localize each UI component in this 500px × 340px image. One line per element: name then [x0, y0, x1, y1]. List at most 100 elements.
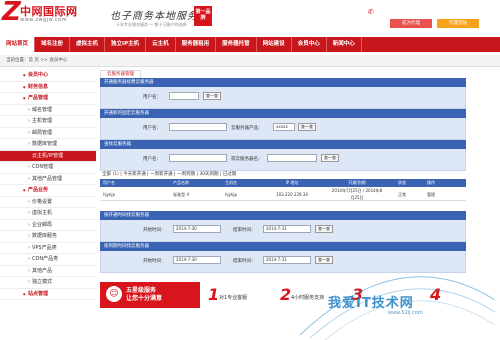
logo-letter: Z	[2, 0, 21, 27]
sidebar-item-member-center[interactable]: 会员中心	[0, 70, 96, 82]
start-label: 开始时间：	[143, 259, 166, 264]
service-icon: ☺	[106, 286, 122, 302]
open-start-input[interactable]: 2014-7-30	[173, 225, 221, 233]
sidebar-item-domain-manage[interactable]: 域名管理	[0, 105, 96, 116]
sidebar-item-vps[interactable]: VPS产品类	[0, 243, 96, 254]
expire-start-input[interactable]: 2014-7-30	[173, 256, 221, 264]
server-product-select[interactable]: xxxxx	[273, 123, 295, 131]
col-status: 状态	[398, 180, 406, 185]
sidebar-item-db-service[interactable]: 数据库服务	[0, 231, 96, 243]
sidebar-item-other-product[interactable]: 其他产品	[0, 266, 96, 277]
sidebar-item-price-setting[interactable]: 价格设置	[0, 197, 96, 208]
sidebar-item-product-business[interactable]: 产品业务	[0, 185, 96, 197]
sidebar: 会员中心 财务信息 产品管理 域名管理 主机管理 邮局管理 数据库管理 云主机/…	[0, 70, 96, 329]
col-host: 主机名	[225, 180, 237, 185]
find-query-button[interactable]: 查一查	[321, 154, 339, 162]
slogan: 也子商务本地服务	[110, 11, 198, 22]
col-dates: 开通/到期	[348, 180, 366, 185]
col-action: 操作	[427, 180, 435, 185]
section-open-time-title: 按开通时间找云服务器	[100, 211, 466, 220]
section-find: 用户名： 或云服务器名： 查一查	[100, 149, 466, 171]
first-brand-badge: 第一品牌	[194, 6, 212, 26]
col-ip: IP 地址	[285, 180, 299, 185]
nav-item-domain[interactable]: 域名注册	[35, 37, 71, 52]
brand-domain: www.zwgjw.com	[20, 17, 68, 23]
nav-item-member-center[interactable]: 会员中心	[292, 37, 327, 52]
start-label: 开始时间：	[143, 228, 166, 233]
filter-row: 全部 (1) | 今天新开通 | 一周新开通 | 一周到期 | 30天到期 | …	[100, 171, 466, 179]
sidebar-item-cdn[interactable]: CDN产品类	[0, 254, 96, 266]
watermark-arc	[299, 276, 496, 340]
sidebar-item-site-manage[interactable]: 站点管理	[0, 289, 96, 300]
nav-item-ip-host[interactable]: 独立IP主机	[105, 37, 147, 52]
col-product: 产品名称	[173, 180, 189, 185]
sidebar-item-other-manage[interactable]: 其他产品管理	[0, 174, 96, 185]
cell-product: 标准型 II	[173, 191, 189, 197]
nav-item-vhost[interactable]: 虚拟主机	[70, 37, 106, 52]
user-label: 用户名：	[143, 95, 161, 100]
five-star-service-panel: ☺ 五星级服务 让您十分满意	[100, 282, 200, 308]
nav-item-news[interactable]: 新闻中心	[327, 37, 362, 52]
main-nav: 网站首页 域名注册 虚拟主机 独立IP主机 云主机 服务器租用 服务器托管 网站…	[0, 37, 500, 52]
five-star-line2: 让您十分满意	[126, 295, 163, 302]
section-renew: 用户名： 查一查	[100, 87, 466, 109]
cell-user: hjykjp	[103, 191, 115, 197]
tab-cloud-server[interactable]: 云服务器管理	[100, 70, 141, 78]
table-row: hjykjp 标准型 II hjykjp 103.220.129.34 2014…	[100, 187, 466, 201]
server-product-label: 云服务器产品：	[231, 126, 263, 131]
nav-item-cloud-host[interactable]: 云主机	[146, 37, 176, 52]
manage-link[interactable]: 管理	[420, 187, 442, 200]
end-label: 结束时间：	[233, 228, 256, 233]
section-new: 用户名： 云服务器产品： xxxxx 查一查	[100, 118, 466, 140]
new-query-button[interactable]: 查一查	[298, 123, 316, 131]
logo[interactable]: Z	[2, 0, 22, 27]
become-agent-button[interactable]: 成为代理	[390, 19, 432, 28]
five-star-line1: 五星级服务	[126, 287, 157, 294]
sidebar-item-db-manage[interactable]: 数据库管理	[0, 139, 96, 151]
sidebar-item-mail-manage[interactable]: 邮局管理	[0, 128, 96, 139]
cell-ip: 103.220.129.34	[276, 191, 308, 197]
watermark-text: 我爱IT技术网	[328, 296, 414, 311]
sidebar-item-finance[interactable]: 财务信息	[0, 82, 96, 93]
filter-links[interactable]: | 今天新开通 | 一周新开通 | 一周到期 | 30天到期 | 已过期	[120, 172, 236, 177]
find-username-input[interactable]	[169, 154, 227, 162]
renew-query-button[interactable]: 查一查	[203, 92, 221, 100]
breadcrumb: 当前位置：首 页 >> 会员中心	[0, 55, 500, 67]
cell-host: hjykjp	[225, 191, 237, 197]
section-find-title: 查找云服务器	[100, 140, 466, 149]
col-user: 用户名	[103, 180, 115, 185]
nav-item-server-rent[interactable]: 服务器租用	[176, 37, 217, 52]
new-username-input[interactable]	[169, 123, 227, 131]
nav-item-home[interactable]: 网站首页	[0, 37, 36, 52]
user-label: 用户名：	[143, 157, 161, 162]
site-header: Z 中网国际网 www.zwgjw.com 也子商务本地服务 十年专业域名服务 …	[0, 0, 500, 36]
watermark-url: www.52ij.com	[388, 310, 423, 316]
sidebar-item-mail[interactable]: 企业邮局	[0, 220, 96, 231]
cell-status: 正常	[398, 191, 406, 197]
feature-1-num: 1	[208, 285, 220, 304]
tab-bar: 云服务器管理	[100, 70, 466, 78]
sidebar-item-standalone[interactable]: 独立模式	[0, 277, 96, 289]
nav-item-server-hosting[interactable]: 服务器托管	[216, 37, 257, 52]
sidebar-item-product-manage[interactable]: 产品管理	[0, 93, 96, 105]
section-new-title: 开通新的固定云服务器	[100, 109, 466, 118]
section-renew-title: 开通服务器续费云服务器	[100, 78, 466, 87]
sidebar-item-cloud-manage[interactable]: 云主机/IP管理	[0, 150, 96, 162]
filter-count: (1)	[112, 172, 119, 177]
user-label: 用户名：	[143, 126, 161, 131]
cell-dates: 2014年7月25日 / 2014年8月25日	[331, 188, 383, 200]
five-star-text: 五星级服务 让您十分满意	[126, 287, 162, 303]
renew-username-input[interactable]	[169, 92, 199, 100]
feature-1: 1 对1专业客服	[208, 286, 268, 304]
sidebar-item-host-manage[interactable]: 主机管理	[0, 116, 96, 128]
phone-icon: ✆	[368, 8, 374, 16]
find-servername-input[interactable]	[267, 154, 317, 162]
sidebar-item-vhost[interactable]: 虚拟主机	[0, 208, 96, 220]
filter-all[interactable]: 全部	[102, 172, 111, 177]
nav-item-website-build[interactable]: 网站建设	[257, 37, 292, 52]
end-label: 结束时间：	[233, 259, 256, 264]
sidebar-item-cdn-manage[interactable]: CDN管理	[0, 162, 96, 174]
table-header: 用户名 产品名称 主机名 IP 地址 开通/到期 状态 操作	[100, 179, 466, 187]
agent-login-button[interactable]: 代理登陆	[437, 19, 479, 28]
server-name-label: 或云服务器名：	[231, 157, 263, 162]
